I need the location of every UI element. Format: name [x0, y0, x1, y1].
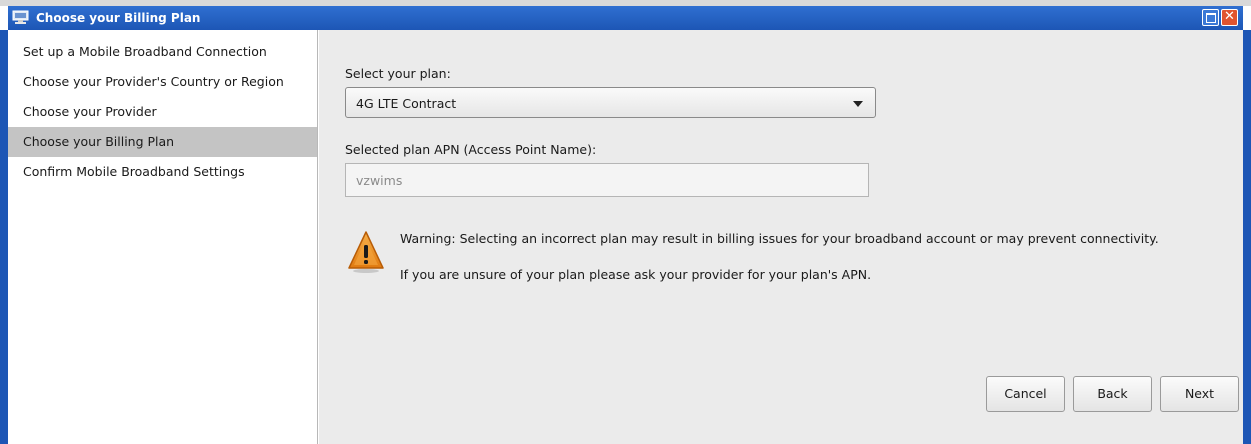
plan-select-value: 4G LTE Contract	[356, 96, 457, 111]
wizard-steps-sidebar: Set up a Mobile Broadband Connection Cho…	[8, 30, 318, 444]
step-label: Choose your Provider	[23, 104, 157, 119]
step-label: Set up a Mobile Broadband Connection	[23, 44, 267, 59]
window-title: Choose your Billing Plan	[36, 11, 201, 25]
step-choose-country[interactable]: Choose your Provider's Country or Region	[8, 67, 317, 97]
close-icon: ✕	[1224, 9, 1235, 24]
step-label: Confirm Mobile Broadband Settings	[23, 164, 245, 179]
warning-text-line1: Warning: Selecting an incorrect plan may…	[400, 231, 1159, 246]
cancel-button[interactable]: Cancel	[986, 376, 1065, 412]
close-button[interactable]: ✕	[1221, 9, 1238, 26]
title-bar[interactable]: Choose your Billing Plan ✕	[8, 6, 1243, 30]
main-panel: Select your plan: 4G LTE Contract Select…	[319, 30, 1243, 444]
next-button[interactable]: Next	[1160, 376, 1239, 412]
step-confirm-settings[interactable]: Confirm Mobile Broadband Settings	[8, 157, 317, 187]
step-choose-provider[interactable]: Choose your Provider	[8, 97, 317, 127]
plan-label: Select your plan:	[345, 66, 451, 81]
network-computer-icon	[12, 10, 29, 24]
plan-select[interactable]: 4G LTE Contract	[345, 87, 876, 118]
apn-label: Selected plan APN (Access Point Name):	[345, 142, 597, 157]
apn-field[interactable]	[345, 163, 869, 197]
back-button[interactable]: Back	[1073, 376, 1152, 412]
warning-text-line2: If you are unsure of your plan please as…	[400, 267, 872, 282]
step-label: Choose your Billing Plan	[23, 134, 175, 149]
warning-icon	[348, 231, 384, 273]
maximize-button[interactable]	[1202, 9, 1219, 26]
window-frame-left	[0, 30, 8, 444]
billing-plan-window: Choose your Billing Plan ✕ Set up a Mobi…	[0, 0, 1251, 444]
window-frame-right	[1243, 30, 1251, 444]
step-choose-billing-plan[interactable]: Choose your Billing Plan	[8, 127, 317, 157]
step-set-up-connection[interactable]: Set up a Mobile Broadband Connection	[8, 37, 317, 67]
chevron-down-icon	[853, 101, 863, 107]
step-label: Choose your Provider's Country or Region	[23, 74, 284, 89]
